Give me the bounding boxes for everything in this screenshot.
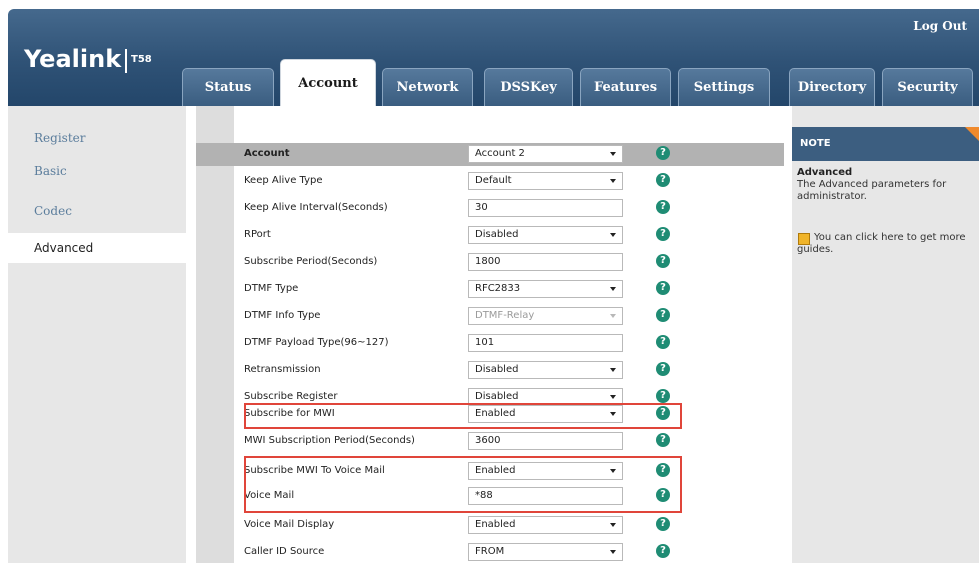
field-value: Default xyxy=(475,175,512,186)
subscribe-period-input[interactable]: 1800 xyxy=(468,253,623,271)
form-row-dtmf-info-type: DTMF Info Type DTMF-Relay ? xyxy=(244,303,784,329)
field-value: Enabled xyxy=(475,519,516,530)
note-text: The Advanced parameters for administrato… xyxy=(797,179,947,202)
note-panel: NOTE Advanced The Advanced parameters fo… xyxy=(792,106,979,563)
help-icon[interactable]: ? xyxy=(656,433,670,447)
chevron-down-icon xyxy=(610,395,616,399)
field-value: RFC2833 xyxy=(475,283,521,294)
keep-alive-interval-input[interactable]: 30 xyxy=(468,199,623,217)
help-icon[interactable]: ? xyxy=(656,173,670,187)
dtmf-info-type-select[interactable]: DTMF-Relay xyxy=(468,307,623,325)
guide-link[interactable]: You can click here to get more guides. xyxy=(797,232,973,256)
sidebar-item-codec[interactable]: Codec xyxy=(8,196,186,226)
field-label: DTMF Info Type xyxy=(244,310,321,321)
help-icon[interactable]: ? xyxy=(656,308,670,322)
keep-alive-type-select[interactable]: Default xyxy=(468,172,623,190)
yealink-logo: Yealink xyxy=(24,45,122,73)
form-row-dtmf-type: DTMF Type RFC2833 ? xyxy=(244,276,784,302)
chevron-down-icon xyxy=(610,368,616,372)
tab-directory[interactable]: Directory xyxy=(789,68,875,106)
tab-features[interactable]: Features xyxy=(580,68,671,106)
form-row-voice-mail-display: Voice Mail Display Enabled ? xyxy=(244,512,784,538)
form-row-dtmf-payload-type: DTMF Payload Type(96~127) 101 ? xyxy=(244,330,784,356)
sidebar: Register Basic Codec Advanced xyxy=(8,106,186,563)
field-label: DTMF Type xyxy=(244,283,299,294)
caller-id-source-select[interactable]: FROM xyxy=(468,543,623,561)
mwi-subscription-period-input[interactable]: 3600 xyxy=(468,432,623,450)
field-label: Account xyxy=(244,148,290,159)
logout-link[interactable]: Log Out xyxy=(913,19,967,33)
dtmf-payload-type-input[interactable]: 101 xyxy=(468,334,623,352)
form-row-caller-id-source: Caller ID Source FROM ? xyxy=(244,539,784,563)
chevron-down-icon xyxy=(610,523,616,527)
field-label: DTMF Payload Type(96~127) xyxy=(244,337,389,348)
field-value: FROM xyxy=(475,546,505,557)
note-corner-icon xyxy=(965,127,979,141)
field-label: Retransmission xyxy=(244,364,321,375)
help-icon[interactable]: ? xyxy=(656,146,670,160)
help-icon[interactable]: ? xyxy=(656,200,670,214)
field-label: Subscribe Period(Seconds) xyxy=(244,256,378,267)
help-icon[interactable]: ? xyxy=(656,227,670,241)
model-label: T58 xyxy=(131,54,152,65)
help-icon[interactable]: ? xyxy=(656,254,670,268)
form-row-subscribe-period: Subscribe Period(Seconds) 1800 ? xyxy=(244,249,784,275)
highlight-box-voice-mail xyxy=(244,456,682,513)
field-label: RPort xyxy=(244,229,271,240)
tab-security[interactable]: Security xyxy=(882,68,973,106)
field-value: DTMF-Relay xyxy=(475,310,535,321)
help-icon[interactable]: ? xyxy=(656,335,670,349)
field-label: Keep Alive Type xyxy=(244,175,323,186)
form-row-rport: RPort Disabled ? xyxy=(244,222,784,248)
help-icon[interactable]: ? xyxy=(656,362,670,376)
dtmf-type-select[interactable]: RFC2833 xyxy=(468,280,623,298)
form-row-mwi-subscription-period: MWI Subscription Period(Seconds) 3600 ? xyxy=(244,428,784,454)
note-header: NOTE xyxy=(792,127,979,161)
form-row-account: Account Account 2 ? xyxy=(244,141,784,167)
rport-select[interactable]: Disabled xyxy=(468,226,623,244)
chevron-down-icon xyxy=(610,233,616,237)
retransmission-select[interactable]: Disabled xyxy=(468,361,623,379)
note-title: Advanced xyxy=(797,167,853,178)
tab-dsskey[interactable]: DSSKey xyxy=(484,68,573,106)
field-label: Voice Mail Display xyxy=(244,519,335,530)
form-row-retransmission: Retransmission Disabled ? xyxy=(244,357,784,383)
tab-account[interactable]: Account xyxy=(280,59,376,106)
logo-separator xyxy=(125,49,127,73)
sidebar-item-basic[interactable]: Basic xyxy=(8,156,186,186)
sidebar-item-advanced[interactable]: Advanced xyxy=(8,233,186,263)
help-icon[interactable]: ? xyxy=(656,517,670,531)
help-icon[interactable]: ? xyxy=(656,544,670,558)
field-value: Disabled xyxy=(475,364,519,375)
highlight-box-mwi xyxy=(244,403,682,429)
form-left-band xyxy=(196,106,234,563)
field-label: MWI Subscription Period(Seconds) xyxy=(244,435,415,446)
chevron-down-icon xyxy=(610,314,616,318)
account-select[interactable]: Account 2 xyxy=(468,145,623,163)
form-row-keep-alive-type: Keep Alive Type Default ? xyxy=(244,168,784,194)
account-advanced-form: Account Account 2 ? Keep Alive Type Defa… xyxy=(186,106,792,563)
chevron-down-icon xyxy=(610,287,616,291)
chevron-down-icon xyxy=(610,550,616,554)
voice-mail-display-select[interactable]: Enabled xyxy=(468,516,623,534)
chevron-down-icon xyxy=(610,152,616,156)
tab-status[interactable]: Status xyxy=(182,68,274,106)
field-value: Disabled xyxy=(475,229,519,240)
chevron-down-icon xyxy=(610,179,616,183)
tab-network[interactable]: Network xyxy=(382,68,473,106)
sidebar-item-register[interactable]: Register xyxy=(8,123,186,153)
field-label: Keep Alive Interval(Seconds) xyxy=(244,202,388,213)
form-row-keep-alive-interval: Keep Alive Interval(Seconds) 30 ? xyxy=(244,195,784,221)
field-value: Account 2 xyxy=(475,148,525,159)
top-header: Yealink T58 Log Out Status Account Netwo… xyxy=(8,9,979,106)
help-icon[interactable]: ? xyxy=(656,281,670,295)
field-label: Caller ID Source xyxy=(244,546,325,557)
tab-settings[interactable]: Settings xyxy=(678,68,770,106)
